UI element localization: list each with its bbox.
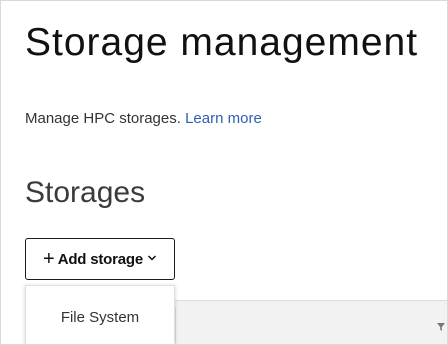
add-storage-dropdown: File System xyxy=(25,285,175,344)
chevron-down-icon xyxy=(147,255,157,261)
description-text: Manage HPC storages. xyxy=(25,110,181,127)
add-storage-button[interactable]: + Add storage xyxy=(25,238,175,280)
filter-icon[interactable] xyxy=(437,323,445,331)
column-divider xyxy=(175,307,176,343)
plus-icon: + xyxy=(43,248,55,270)
menu-item-file-system[interactable]: File System xyxy=(26,308,174,328)
storages-heading: Storages xyxy=(25,176,146,209)
learn-more-link[interactable]: Learn more xyxy=(185,110,262,127)
page-frame: Storage management Manage HPC storages. … xyxy=(0,0,448,345)
add-storage-label: Add storage xyxy=(57,250,144,268)
page-title: Storage management xyxy=(25,21,419,64)
page-description: Manage HPC storages. Learn more xyxy=(25,109,262,129)
